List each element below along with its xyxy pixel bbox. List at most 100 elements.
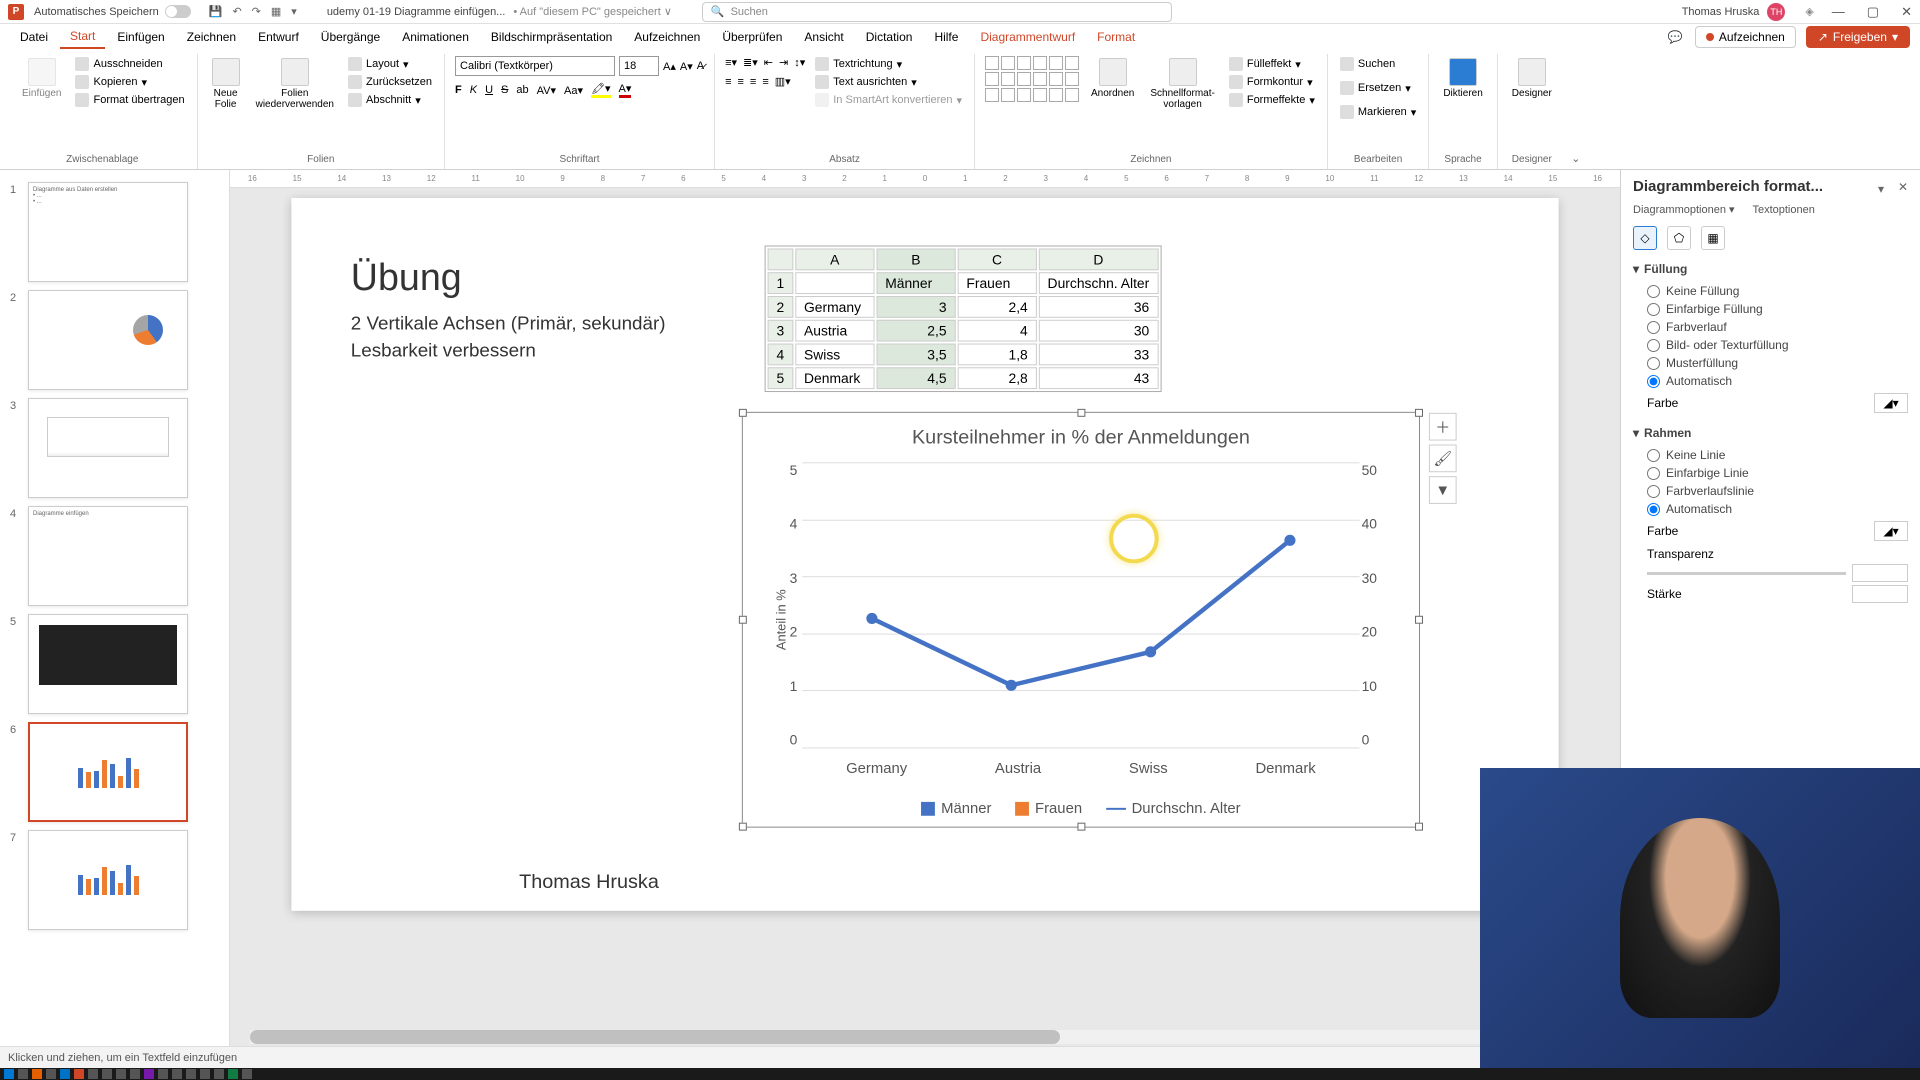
arrange-button[interactable]: Anordnen [1087, 56, 1138, 101]
app-icon[interactable] [214, 1069, 224, 1079]
menu-dictation[interactable]: Dictation [856, 26, 923, 48]
thumb-5[interactable] [28, 614, 188, 714]
shadow-button[interactable]: ab [516, 84, 528, 96]
onenote-icon[interactable] [144, 1069, 154, 1079]
font-family-select[interactable] [455, 56, 615, 76]
align-left-icon[interactable]: ≡ [725, 76, 731, 88]
pane-dropdown-icon[interactable]: ▾ [1878, 182, 1884, 196]
effects-tab-icon[interactable]: ⬠ [1667, 226, 1691, 250]
bullets-icon[interactable]: ≡▾ [725, 56, 737, 69]
spacing-button[interactable]: AV▾ [537, 84, 556, 97]
menu-ueberpruefen[interactable]: Überprüfen [712, 26, 792, 48]
start-icon[interactable] [4, 1069, 14, 1079]
app-icon[interactable] [186, 1069, 196, 1079]
slide-canvas[interactable]: Übung 2 Vertikale Achsen (Primär, sekund… [291, 198, 1558, 911]
border-section-header[interactable]: ▾ Rahmen [1633, 426, 1908, 440]
chart-data-table[interactable]: ABCD 1MännerFrauenDurchschn. Alter 2Germ… [765, 246, 1162, 393]
fill-picture[interactable]: Bild- oder Texturfüllung [1633, 336, 1908, 354]
firefox-icon[interactable] [32, 1069, 42, 1079]
thumb-6[interactable] [28, 722, 188, 822]
comments-icon[interactable]: 💬 [1668, 30, 1683, 44]
menu-ansicht[interactable]: Ansicht [794, 26, 853, 48]
text-direction-button[interactable]: Textrichtung ▾ [813, 56, 964, 72]
fill-none[interactable]: Keine Füllung [1633, 282, 1908, 300]
dictate-button[interactable]: Diktieren [1439, 56, 1486, 101]
present-icon[interactable]: ▦ [271, 5, 281, 18]
explorer-icon[interactable] [18, 1069, 28, 1079]
numbering-icon[interactable]: ≣▾ [743, 56, 758, 69]
menu-hilfe[interactable]: Hilfe [924, 26, 968, 48]
fill-auto[interactable]: Automatisch [1633, 372, 1908, 390]
paste-button[interactable]: Einfügen [18, 56, 65, 101]
cut-button[interactable]: Ausschneiden [73, 56, 186, 72]
reuse-slides-button[interactable]: Folien wiederverwenden [252, 56, 338, 112]
save-icon[interactable]: 💾 [209, 5, 223, 18]
align-center-icon[interactable]: ≡ [738, 76, 744, 88]
thumb-1[interactable]: Diagramme aus Daten erstellen• ...• ... [28, 182, 188, 282]
italic-button[interactable]: K [470, 84, 477, 96]
tab-diagrammoptionen[interactable]: Diagrammoptionen ▾ [1633, 203, 1734, 216]
thumb-2[interactable] [28, 290, 188, 390]
slide-subtitle[interactable]: 2 Vertikale Achsen (Primär, sekundär) Le… [351, 312, 666, 365]
fill-section-header[interactable]: ▾ Füllung [1633, 262, 1908, 276]
chrome-icon[interactable] [46, 1069, 56, 1079]
search-input[interactable]: 🔍 Suchen [702, 2, 1172, 22]
font-color-button[interactable]: A▾ [619, 82, 632, 98]
app-icon[interactable] [242, 1069, 252, 1079]
fill-pattern[interactable]: Musterfüllung [1633, 354, 1908, 372]
app-icon[interactable] [200, 1069, 210, 1079]
close-pane-icon[interactable]: ✕ [1898, 180, 1908, 194]
columns-icon[interactable]: ▥▾ [775, 75, 791, 88]
menu-zeichnen[interactable]: Zeichnen [177, 26, 246, 48]
justify-icon[interactable]: ≡ [762, 76, 768, 88]
menu-start[interactable]: Start [60, 25, 105, 49]
share-button[interactable]: ↗ Freigeben ▾ [1806, 26, 1910, 48]
chart-legend[interactable]: Männer Frauen Durchschn. Alter [743, 800, 1419, 817]
horizontal-scrollbar[interactable] [250, 1030, 1600, 1044]
close-icon[interactable]: ✕ [1901, 4, 1912, 20]
bold-button[interactable]: F [455, 84, 462, 96]
underline-button[interactable]: U [485, 84, 493, 96]
smartart-button[interactable]: In SmartArt konvertieren ▾ [813, 92, 964, 108]
app-icon[interactable] [88, 1069, 98, 1079]
select-button[interactable]: Markieren ▾ [1338, 104, 1418, 120]
replace-button[interactable]: Ersetzen ▾ [1338, 80, 1413, 96]
size-tab-icon[interactable]: ▦ [1701, 226, 1725, 250]
windows-taskbar[interactable] [0, 1068, 1920, 1080]
menu-animationen[interactable]: Animationen [392, 26, 479, 48]
excel-icon[interactable] [228, 1069, 238, 1079]
autosave-toggle[interactable]: Automatisches Speichern [34, 5, 191, 18]
app-icon[interactable] [172, 1069, 182, 1079]
saved-status[interactable]: • Auf "diesem PC" gespeichert ∨ [513, 5, 672, 18]
slide-author[interactable]: Thomas Hruska [519, 871, 659, 894]
app-icon[interactable] [116, 1069, 126, 1079]
find-button[interactable]: Suchen [1338, 56, 1397, 72]
menu-diagrammentwurf[interactable]: Diagrammentwurf [970, 26, 1085, 48]
font-size-select[interactable] [619, 56, 659, 76]
app-icon[interactable] [158, 1069, 168, 1079]
record-button[interactable]: Aufzeichnen [1695, 26, 1796, 48]
app-icon[interactable] [102, 1069, 112, 1079]
new-slide-button[interactable]: Neue Folie [208, 56, 244, 112]
toggle-icon[interactable] [165, 5, 191, 18]
thumb-7[interactable] [28, 830, 188, 930]
border-color-button[interactable]: ◢▾ [1874, 521, 1908, 541]
increase-font-icon[interactable]: A▴ [663, 60, 676, 73]
menu-uebergaenge[interactable]: Übergänge [311, 26, 390, 48]
menu-format[interactable]: Format [1087, 26, 1145, 48]
filename[interactable]: udemy 01-19 Diagramme einfügen... [327, 6, 506, 18]
menu-einfuegen[interactable]: Einfügen [107, 26, 174, 48]
text-align-button[interactable]: Text ausrichten ▾ [813, 74, 964, 90]
menu-aufzeichnen[interactable]: Aufzeichnen [624, 26, 710, 48]
shape-effects-button[interactable]: Formeffekte ▾ [1227, 92, 1317, 108]
thumb-3[interactable] [28, 398, 188, 498]
chart-plot-area[interactable] [802, 462, 1359, 747]
redo-icon[interactable]: ↷ [252, 5, 261, 18]
shape-outline-button[interactable]: Formkontur ▾ [1227, 74, 1317, 90]
thumb-4[interactable]: Diagramme einfügen [28, 506, 188, 606]
clear-format-icon[interactable]: A̷ [697, 60, 704, 72]
designer-button[interactable]: Designer [1508, 56, 1556, 101]
shape-fill-button[interactable]: Fülleffekt ▾ [1227, 56, 1317, 72]
outdent-icon[interactable]: ⇤ [764, 56, 773, 69]
decrease-font-icon[interactable]: A▾ [680, 60, 693, 73]
